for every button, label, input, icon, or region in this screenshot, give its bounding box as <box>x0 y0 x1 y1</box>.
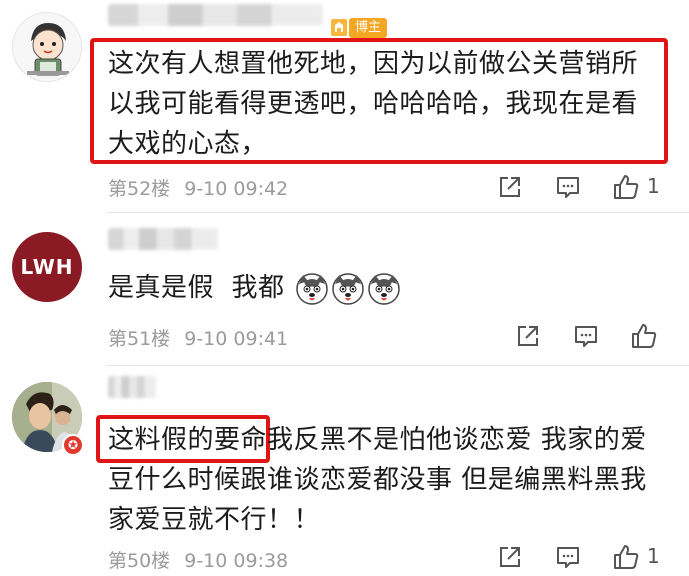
like-icon[interactable] <box>611 172 641 202</box>
comment-icon[interactable] <box>553 172 583 202</box>
comment-actions: 1 <box>489 542 689 572</box>
comment-actions: 1 <box>489 172 689 202</box>
comment-floor-50: ✪ 这料假的要命我反黑不是怕他谈恋爱 我家的爱豆什么时候跟谁谈恋爱都没事 但是编… <box>0 366 689 576</box>
floor-number: 第51楼 <box>108 328 171 350</box>
avatar-text: LWH <box>20 255 74 279</box>
comment-meta: 第52楼 9-10 09:42 <box>108 174 288 201</box>
comment-text: 是真是假 我都 <box>108 268 669 308</box>
share-icon[interactable] <box>495 172 525 202</box>
comment-meta: 第50楼 9-10 09:38 <box>108 546 288 573</box>
share-icon[interactable] <box>495 542 525 572</box>
like-icon[interactable] <box>611 542 641 572</box>
comment-time: 9-10 09:38 <box>184 550 289 572</box>
comment-text: 这料假的要命我反黑不是怕他谈恋爱 我家的爱豆什么时候跟谁谈恋爱都没事 但是编黑料… <box>108 420 673 540</box>
comment-text: 这次有人想置他死地，因为以前做公关营销所以我可能看得更透吧，哈哈哈哈，我现在是看… <box>108 49 639 159</box>
husky-emoji-icon <box>331 272 365 306</box>
comment-icon[interactable] <box>571 321 601 351</box>
username-blurred[interactable] <box>108 376 156 398</box>
comment-floor-51: LWH 是真是假 我都 第51楼 9-10 09:41 <box>0 213 689 365</box>
verified-badge-icon: ✪ <box>62 434 84 456</box>
user-avatar[interactable] <box>12 12 82 82</box>
comment-meta: 第51楼 9-10 09:41 <box>108 324 288 351</box>
username-blurred[interactable] <box>108 4 323 26</box>
user-avatar[interactable]: LWH <box>12 232 82 302</box>
floor-number: 第50楼 <box>108 550 171 572</box>
author-badge: 博主 <box>349 18 388 38</box>
comment-time: 9-10 09:41 <box>184 328 289 350</box>
username-blurred[interactable] <box>108 228 218 250</box>
husky-emoji-icon <box>295 272 329 306</box>
comment-text-highlighted: 这料假的要命 <box>108 425 268 455</box>
cartoon-boy-avatar-icon <box>13 13 81 81</box>
share-icon[interactable] <box>513 321 543 351</box>
comment-floor-52: 博主 这次有人想置他死地，因为以前做公关营销所以我可能看得更透吧，哈哈哈哈，我现… <box>0 0 689 212</box>
comment-icon[interactable] <box>553 542 583 572</box>
husky-emoji-icon <box>367 272 401 306</box>
comment-actions <box>489 321 689 351</box>
like-count: 1 <box>647 174 660 198</box>
like-icon[interactable] <box>629 321 659 351</box>
vip-level-icon <box>330 16 348 38</box>
like-count: 1 <box>647 544 660 568</box>
comment-time: 9-10 09:42 <box>184 178 289 200</box>
floor-number: 第52楼 <box>108 178 171 200</box>
comment-text-content: 是真是假 我都 <box>108 273 285 303</box>
